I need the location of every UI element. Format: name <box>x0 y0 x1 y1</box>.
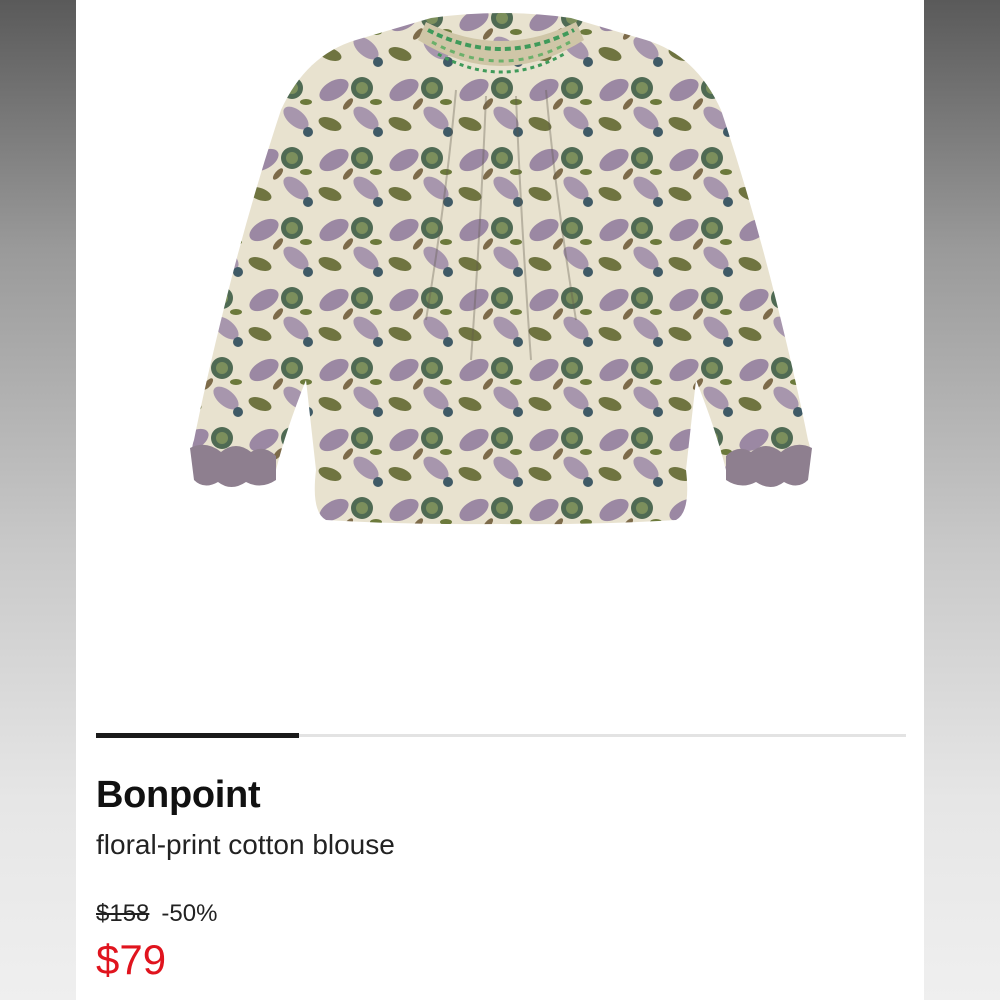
product-description[interactable]: floral-print cotton blouse <box>96 829 395 861</box>
sale-price: $79 <box>96 936 167 983</box>
background-blur-left <box>0 0 76 1000</box>
discount-badge: -50% <box>161 900 218 927</box>
product-brand[interactable]: Bonpoint <box>96 774 261 817</box>
carousel-active-indicator <box>96 733 299 738</box>
right-cuff <box>726 444 812 487</box>
original-price: $158 <box>96 900 150 927</box>
blouse-body <box>192 13 810 525</box>
product-card: Bonpoint floral-print cotton blouse $158… <box>76 0 924 1000</box>
image-carousel-progress[interactable] <box>96 733 906 738</box>
product-image[interactable] <box>176 0 826 540</box>
left-cuff <box>190 444 276 487</box>
background-blur-right <box>924 0 1000 1000</box>
price-row: $158 -50% <box>96 900 217 928</box>
